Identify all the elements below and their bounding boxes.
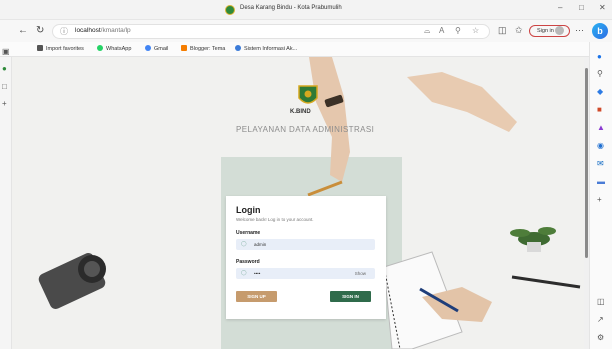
login-title: Login: [236, 205, 261, 215]
split-screen-icon[interactable]: ◫: [498, 25, 507, 36]
more-menu-icon[interactable]: ⋯: [575, 25, 584, 36]
user-icon: ◯: [241, 241, 247, 247]
sidebar-add-icon[interactable]: +: [597, 195, 602, 204]
url-text[interactable]: localhost/kmanta/lp: [75, 27, 131, 34]
maximize-icon[interactable]: □: [579, 3, 584, 12]
key-icon[interactable]: ⌓: [424, 26, 430, 36]
password-label: Password: [236, 259, 260, 265]
sidebar-share-icon[interactable]: ↗: [597, 315, 604, 324]
fav-sistem-informasi[interactable]: Sistem Informasi Ak...: [235, 45, 297, 52]
fav-blogger[interactable]: Blogger: Tema: [181, 45, 225, 52]
fav-whatsapp[interactable]: WhatsApp: [97, 45, 131, 52]
sign-up-button[interactable]: SIGN UP: [236, 291, 277, 302]
sidebar-mail-icon[interactable]: ▬: [597, 177, 605, 186]
globe-icon: [235, 45, 241, 51]
zoom-icon[interactable]: ⚲: [455, 26, 461, 35]
folder-icon: [37, 45, 43, 51]
fav-import-favorites[interactable]: Import favorites: [37, 45, 84, 52]
show-password-toggle[interactable]: Show: [355, 268, 366, 279]
copilot-icon[interactable]: b: [592, 23, 608, 39]
password-input[interactable]: ◯ •••• Show: [236, 268, 375, 279]
active-tab-favicon-icon[interactable]: ●: [2, 64, 7, 73]
sidebar-tools-icon[interactable]: ◆: [597, 87, 603, 96]
scrollbar-thumb[interactable]: [585, 68, 588, 258]
sidebar-search-icon[interactable]: ⚲: [597, 69, 603, 78]
sidebar-discover-icon[interactable]: ●: [597, 52, 602, 61]
site-info-icon[interactable]: ⓘ: [60, 26, 68, 37]
page-content: K.BIND PELAYANAN DATA ADMINISTRASI Login…: [12, 57, 584, 349]
logo-text: K.BIND: [290, 109, 311, 115]
fav-gmail[interactable]: Gmail: [145, 45, 168, 52]
username-label: Username: [236, 230, 261, 236]
username-input[interactable]: ◯ admin: [236, 239, 375, 250]
blogger-icon: [181, 45, 187, 51]
whatsapp-icon: [97, 45, 103, 51]
read-aloud-icon[interactable]: A: [439, 26, 444, 35]
favorite-star-icon[interactable]: ☆: [472, 26, 479, 35]
site-favicon-icon: [225, 5, 235, 15]
sidebar-outlook-icon[interactable]: ✉: [597, 159, 604, 168]
tab-icon[interactable]: □: [2, 82, 7, 91]
username-value: admin: [254, 242, 267, 247]
right-hand-illustration: [407, 72, 517, 132]
sidebar-office-icon[interactable]: ◉: [597, 141, 604, 150]
fountain-pen-illustration: [511, 275, 581, 289]
login-card: Login Welcome back! Log in to your accou…: [226, 196, 386, 319]
close-icon[interactable]: ✕: [599, 3, 606, 12]
page-headline: PELAYANAN DATA ADMINISTRASI: [236, 125, 375, 134]
refresh-icon[interactable]: ↻: [36, 25, 44, 37]
sidebar-layout-icon[interactable]: ◫: [597, 297, 605, 306]
camera-illustration: [38, 253, 106, 309]
sidebar-shopping-icon[interactable]: ■: [597, 105, 602, 114]
minimize-icon[interactable]: –: [558, 3, 562, 12]
profile-avatar-icon[interactable]: [555, 26, 564, 35]
lock-icon: ◯: [241, 270, 247, 276]
login-subtitle: Welcome back! Log in to your account.: [236, 217, 314, 222]
google-icon: [145, 45, 151, 51]
sidebar-games-icon[interactable]: ▲: [597, 123, 605, 132]
window-title: Desa Karang Bindu - Kota Prabumulih: [240, 5, 342, 11]
password-value: ••••: [254, 271, 261, 276]
plant-illustration: [510, 227, 556, 252]
back-arrow-icon[interactable]: ←: [18, 25, 28, 37]
favorites-icon[interactable]: ✩: [515, 25, 523, 36]
village-emblem-logo: [298, 85, 318, 104]
sidebar-settings-icon[interactable]: ⚙: [597, 333, 604, 342]
sign-in-submit-button[interactable]: SIGN IN: [330, 291, 371, 302]
tab-actions-icon[interactable]: ▣: [2, 47, 10, 56]
favorites-bar: [0, 42, 612, 57]
new-tab-icon[interactable]: +: [2, 99, 7, 108]
